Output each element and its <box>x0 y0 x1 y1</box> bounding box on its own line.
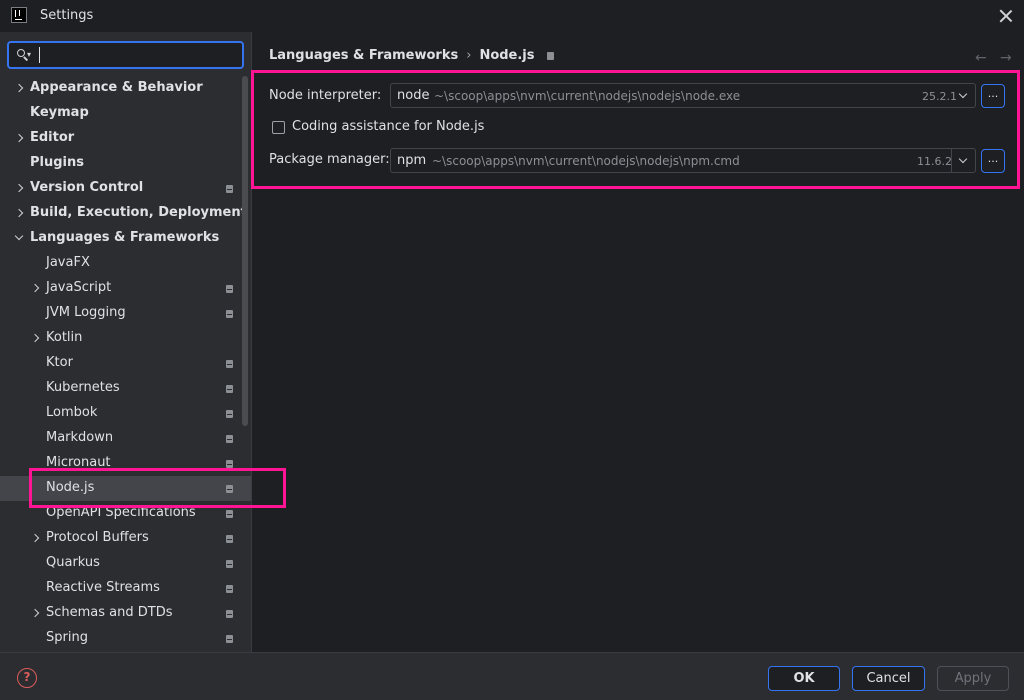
forward-arrow-icon[interactable]: → <box>1000 50 1012 66</box>
sidebar-item-label: Version Control <box>30 180 144 195</box>
sidebar-item-label: Appearance & Behavior <box>30 80 203 95</box>
search-input[interactable] <box>37 45 237 65</box>
sidebar-item-keymap[interactable]: Keymap <box>0 101 251 126</box>
sidebar-item-label: Kubernetes <box>46 380 120 395</box>
chevron-right-icon[interactable] <box>14 208 26 220</box>
search-icon[interactable]: ▾ <box>16 48 32 62</box>
sidebar-item-editor[interactable]: Editor <box>0 126 251 151</box>
project-scope-icon <box>226 585 233 593</box>
close-icon[interactable] <box>994 4 1018 28</box>
project-scope-icon <box>226 360 233 368</box>
sidebar-item-jvm-logging[interactable]: JVM Logging <box>0 301 251 326</box>
sidebar-item-appearance-behavior[interactable]: Appearance & Behavior <box>0 76 251 101</box>
sidebar-item-javascript[interactable]: JavaScript <box>0 276 251 301</box>
project-scope-icon <box>226 610 233 618</box>
sidebar-item-reactive-streams[interactable]: Reactive Streams <box>0 576 251 601</box>
apply-button[interactable]: Apply <box>937 666 1009 691</box>
intellij-logo-icon <box>11 7 27 23</box>
sidebar-item-languages-frameworks[interactable]: Languages & Frameworks <box>0 226 251 251</box>
help-icon[interactable]: ? <box>17 668 37 688</box>
sidebar-item-label: JVM Logging <box>46 305 126 320</box>
highlight-box-nodejs <box>29 468 286 508</box>
project-scope-icon <box>226 435 233 443</box>
sidebar-item-schemas-and-dtds[interactable]: Schemas and DTDs <box>0 601 251 626</box>
sidebar-item-build-execution-deployment[interactable]: Build, Execution, Deployment <box>0 201 251 226</box>
sidebar-item-lombok[interactable]: Lombok <box>0 401 251 426</box>
chevron-right-icon[interactable] <box>14 83 26 95</box>
sidebar-item-label: Keymap <box>30 105 89 120</box>
sidebar-item-label: Kotlin <box>46 330 83 345</box>
project-scope-icon <box>226 510 233 518</box>
project-scope-icon <box>226 310 233 318</box>
chevron-right-icon[interactable] <box>30 533 42 545</box>
project-scope-icon <box>226 385 233 393</box>
title-bar: Settings <box>0 0 1024 32</box>
sidebar-item-label: Build, Execution, Deployment <box>30 205 247 220</box>
sidebar-item-label: Spring <box>46 630 88 645</box>
sidebar-item-plugins[interactable]: Plugins <box>0 151 251 176</box>
project-scope-icon <box>226 535 233 543</box>
sidebar-item-label: Lombok <box>46 405 98 420</box>
breadcrumb-current: Node.js <box>479 48 535 63</box>
breadcrumb-separator-icon: › <box>466 48 472 63</box>
chevron-right-icon[interactable] <box>30 608 42 620</box>
sidebar-item-label: Plugins <box>30 155 84 170</box>
breadcrumb-parent[interactable]: Languages & Frameworks <box>269 48 458 63</box>
sidebar-item-javafx[interactable]: JavaFX <box>0 251 251 276</box>
sidebar-item-label: Editor <box>30 130 75 145</box>
project-scope-icon <box>226 460 233 468</box>
window-title: Settings <box>40 8 94 23</box>
sidebar-item-ktor[interactable]: Ktor <box>0 351 251 376</box>
search-field[interactable]: ▾ <box>7 41 244 69</box>
project-scope-icon <box>226 185 233 193</box>
chevron-right-icon[interactable] <box>14 133 26 145</box>
sidebar-item-protocol-buffers[interactable]: Protocol Buffers <box>0 526 251 551</box>
sidebar-item-quarkus[interactable]: Quarkus <box>0 551 251 576</box>
sidebar-item-kotlin[interactable]: Kotlin <box>0 326 251 351</box>
sidebar-item-version-control[interactable]: Version Control <box>0 176 251 201</box>
sidebar-scrollbar[interactable] <box>242 76 248 426</box>
cancel-button[interactable]: Cancel <box>852 666 925 691</box>
chevron-down-icon[interactable] <box>14 233 26 245</box>
back-arrow-icon[interactable]: ← <box>975 50 987 66</box>
dialog-footer: ? OK Cancel Apply <box>0 652 1024 700</box>
ok-button[interactable]: OK <box>768 666 840 691</box>
breadcrumb: Languages & Frameworks › Node.js <box>269 48 554 63</box>
sidebar-item-label: JavaFX <box>46 255 90 270</box>
sidebar-item-spring[interactable]: Spring <box>0 626 251 651</box>
sidebar-item-label: JavaScript <box>46 280 112 295</box>
project-scope-icon <box>226 285 233 293</box>
sidebar-item-label: Quarkus <box>46 555 100 570</box>
sidebar-item-label: Schemas and DTDs <box>46 605 173 620</box>
chevron-right-icon[interactable] <box>14 183 26 195</box>
project-scope-icon <box>226 635 233 643</box>
project-scope-icon <box>226 410 233 418</box>
sidebar-item-label: Languages & Frameworks <box>30 230 220 245</box>
sidebar-item-kubernetes[interactable]: Kubernetes <box>0 376 251 401</box>
sidebar-item-label: Markdown <box>46 430 114 445</box>
sidebar-item-markdown[interactable]: Markdown <box>0 426 251 451</box>
sidebar-item-label: Protocol Buffers <box>46 530 149 545</box>
chevron-right-icon[interactable] <box>30 283 42 295</box>
chevron-right-icon[interactable] <box>30 333 42 345</box>
highlight-box-settings <box>251 70 1020 189</box>
sidebar-item-label: Reactive Streams <box>46 580 160 595</box>
sidebar-item-label: Ktor <box>46 355 73 370</box>
project-scope-icon <box>226 560 233 568</box>
project-scope-icon <box>546 51 554 60</box>
settings-sidebar: ▾ Appearance & Behavior Keymap Editor Plugi… <box>0 32 251 652</box>
